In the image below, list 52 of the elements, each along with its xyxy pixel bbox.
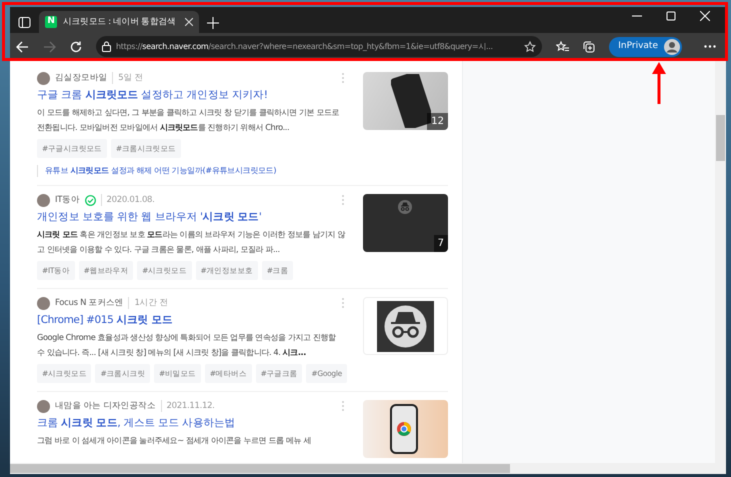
author-name[interactable]: Focus N 포커스엔 — [55, 296, 124, 310]
author-avatar — [37, 296, 50, 310]
result-title[interactable]: 구글 크롬 시크릿모드 설정하고 개인정보 지키자! — [37, 88, 345, 104]
thumbnail[interactable] — [363, 297, 448, 355]
author-avatar — [37, 194, 50, 206]
author-avatar — [37, 400, 50, 412]
phone-drawing — [390, 404, 418, 454]
favorites-icon[interactable] — [556, 40, 570, 52]
back-icon[interactable] — [16, 40, 29, 52]
inprivate-button[interactable]: InPrivate — [609, 36, 682, 56]
result-snippet: 이 모드를 해제하고 싶다면, 그 부분을 클릭하고 시크릿 창 닫기를 클릭하시면 기본 모드로 전환됩니다. 모바일버전 모바일에서 시크릿모드를 진행하기 위해서 Chro... — [37, 106, 340, 134]
favicon-icon: N — [45, 16, 57, 28]
result-title[interactable]: 크롬 시크릿 모드, 게스트 모드 사용하는법 — [37, 416, 345, 432]
vertical-scrollbar[interactable] — [715, 60, 726, 463]
image-count: 7 — [434, 235, 448, 252]
collections-icon[interactable] — [583, 40, 596, 52]
new-tab-icon[interactable] — [207, 17, 219, 29]
result-snippet: Google Chrome 효율성과 생산성 향상에 특화되어 모든 업무를 연속성을 가지고 진행할 수 있습니다. 즉... [새 시크릿 창] 메뉴의 [새 시크릿 창]을 클릭합니다. 4. 시크... — [37, 330, 337, 359]
related-link[interactable]: 유튜브시크릿모드 설정과 해제 어떤 기능일까(#유튜브시크릿모드) — [37, 165, 345, 177]
post-time: 2021.11.12. — [160, 400, 215, 412]
thumbnail[interactable]: 12 — [363, 72, 448, 130]
author-name[interactable]: 김실장모바일 — [55, 72, 108, 84]
close-tab-icon[interactable] — [185, 18, 193, 26]
incognito-icon — [377, 301, 434, 352]
address-bar[interactable]: https://search.naver.com/search.naver?where=nexearch&sm=top_hty&fbm=1&ie=utf8&query=시... — [96, 36, 542, 57]
more-icon[interactable] — [704, 45, 716, 48]
post-time: 5일 전 — [112, 72, 144, 84]
incognito-icon — [398, 200, 412, 214]
arrow-annotation — [652, 62, 666, 104]
result-snippet: 시크릿 모드 혹은 개인정보 보호 모드라는 이름의 브라우저 기능은 이러한 정보를 남기지 않고 인터넷을 이용할 수 있다. 구글 크롬은 물론, 애플 사파리, 모질라 파... — [37, 228, 345, 256]
image-count: 12 — [427, 113, 448, 130]
result-title[interactable]: 개인정보 보호를 위한 웹 브라우저 '시크릿 모드' — [37, 210, 345, 226]
tab-title: 시크릿모드 : 네이버 통합검색 — [63, 16, 177, 28]
post-time: 1시간 전 — [128, 296, 168, 310]
close-icon[interactable] — [700, 11, 710, 21]
result-title[interactable]: [Chrome] #015 시크릿 모드 — [37, 313, 345, 329]
horizontal-scrollbar[interactable] — [10, 463, 726, 474]
author-name[interactable]: IT동아 — [55, 194, 80, 206]
profile-avatar-icon — [664, 38, 680, 54]
author-name[interactable]: 내맘을 아는 디자인공작소 — [55, 400, 156, 412]
url-text: https://search.naver.com/search.naver?where=nexearch&sm=top_hty&fbm=1&ie=utf8&query=시... — [116, 40, 494, 52]
author-avatar — [37, 72, 50, 84]
browser-tab[interactable]: N 시크릿모드 : 네이버 통합검색 — [39, 11, 199, 33]
lock-icon[interactable] — [102, 41, 111, 52]
maximize-icon[interactable] — [666, 11, 676, 21]
refresh-icon[interactable] — [70, 40, 82, 52]
add-favorite-icon[interactable] — [524, 40, 536, 52]
thumbnail[interactable]: 7 — [363, 194, 448, 252]
tab-actions-icon[interactable] — [18, 16, 31, 29]
result-snippet: 그럼 바로 이 섬세개 아이콘을 눌러주세요~ 점세개 아이콘을 누르면 드롭 메뉴 세 — [37, 434, 312, 447]
thumbnail[interactable] — [363, 400, 448, 458]
post-time: 2020.01.08. — [100, 194, 155, 206]
